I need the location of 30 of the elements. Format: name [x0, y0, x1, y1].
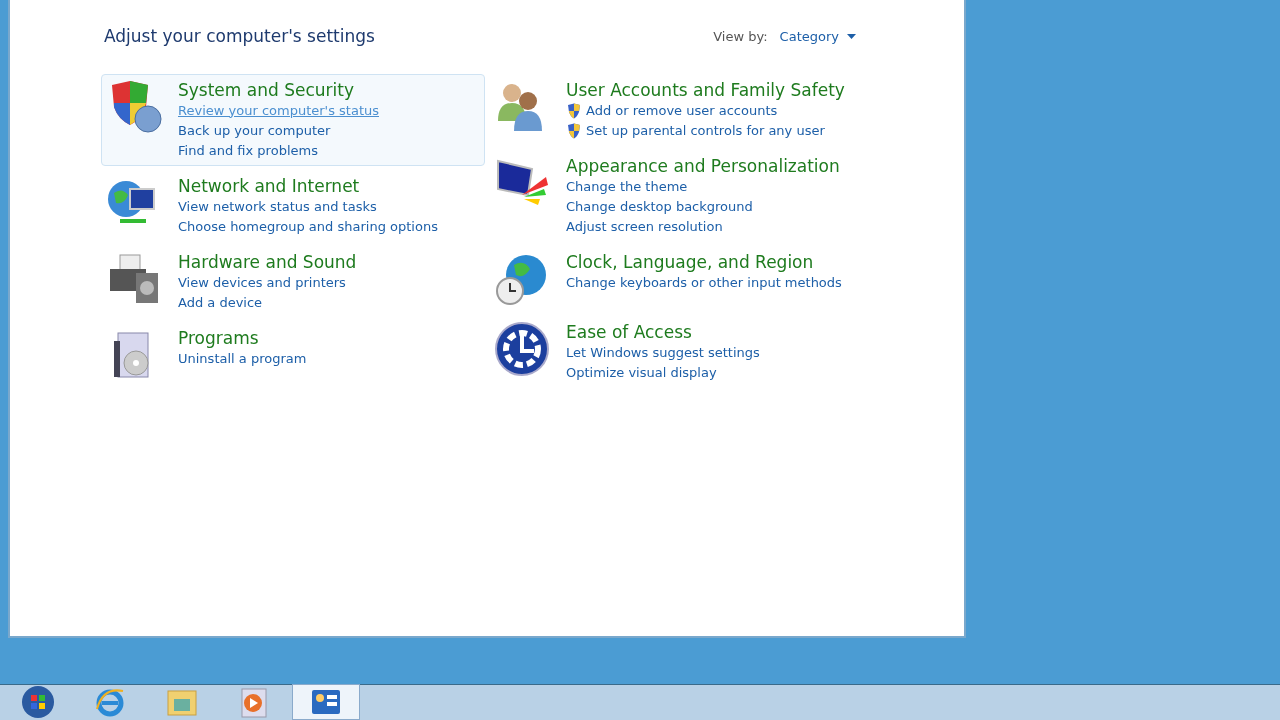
category-link[interactable]: Appearance and Personalization: [566, 154, 840, 177]
task-link[interactable]: Change the theme: [566, 176, 688, 197]
category-link[interactable]: Hardware and Sound: [178, 250, 357, 273]
task-link[interactable]: View devices and printers: [178, 272, 346, 293]
ease-of-access-icon: [494, 320, 550, 377]
task-link[interactable]: Back up your computer: [178, 120, 331, 141]
task-link[interactable]: Let Windows suggest settings: [566, 342, 760, 363]
category-link[interactable]: System and Security: [178, 78, 379, 101]
task-link[interactable]: Choose homegroup and sharing options: [178, 216, 438, 237]
task-link[interactable]: Change keyboards or other input methods: [566, 272, 842, 293]
task-link[interactable]: Uninstall a program: [178, 348, 307, 369]
start-orb-icon: [21, 685, 55, 719]
category-link[interactable]: Network and Internet: [178, 174, 438, 197]
category-link[interactable]: User Accounts and Family Safety: [566, 78, 845, 101]
task-link[interactable]: Adjust screen resolution: [566, 216, 723, 237]
task-link[interactable]: Add a device: [178, 292, 263, 313]
view-by-label: View by:: [713, 28, 768, 46]
category-link[interactable]: Clock, Language, and Region: [566, 250, 842, 273]
category-link[interactable]: Ease of Access: [566, 320, 760, 343]
task-link[interactable]: Optimize visual display: [566, 362, 717, 383]
caret-icon: [847, 33, 856, 40]
page-heading: Adjust your computer's settings: [104, 25, 375, 48]
view-by-dropdown[interactable]: Category: [779, 27, 856, 47]
category-link[interactable]: Programs: [178, 326, 307, 349]
task-link[interactable]: Set up parental controls for any user: [586, 120, 825, 141]
task-link[interactable]: Change desktop background: [566, 196, 753, 217]
task-link[interactable]: View network status and tasks: [178, 196, 377, 217]
task-link[interactable]: Add or remove user accounts: [586, 100, 778, 121]
taskbar-button[interactable]: [292, 684, 360, 720]
task-link[interactable]: Find and fix problems: [178, 140, 318, 161]
